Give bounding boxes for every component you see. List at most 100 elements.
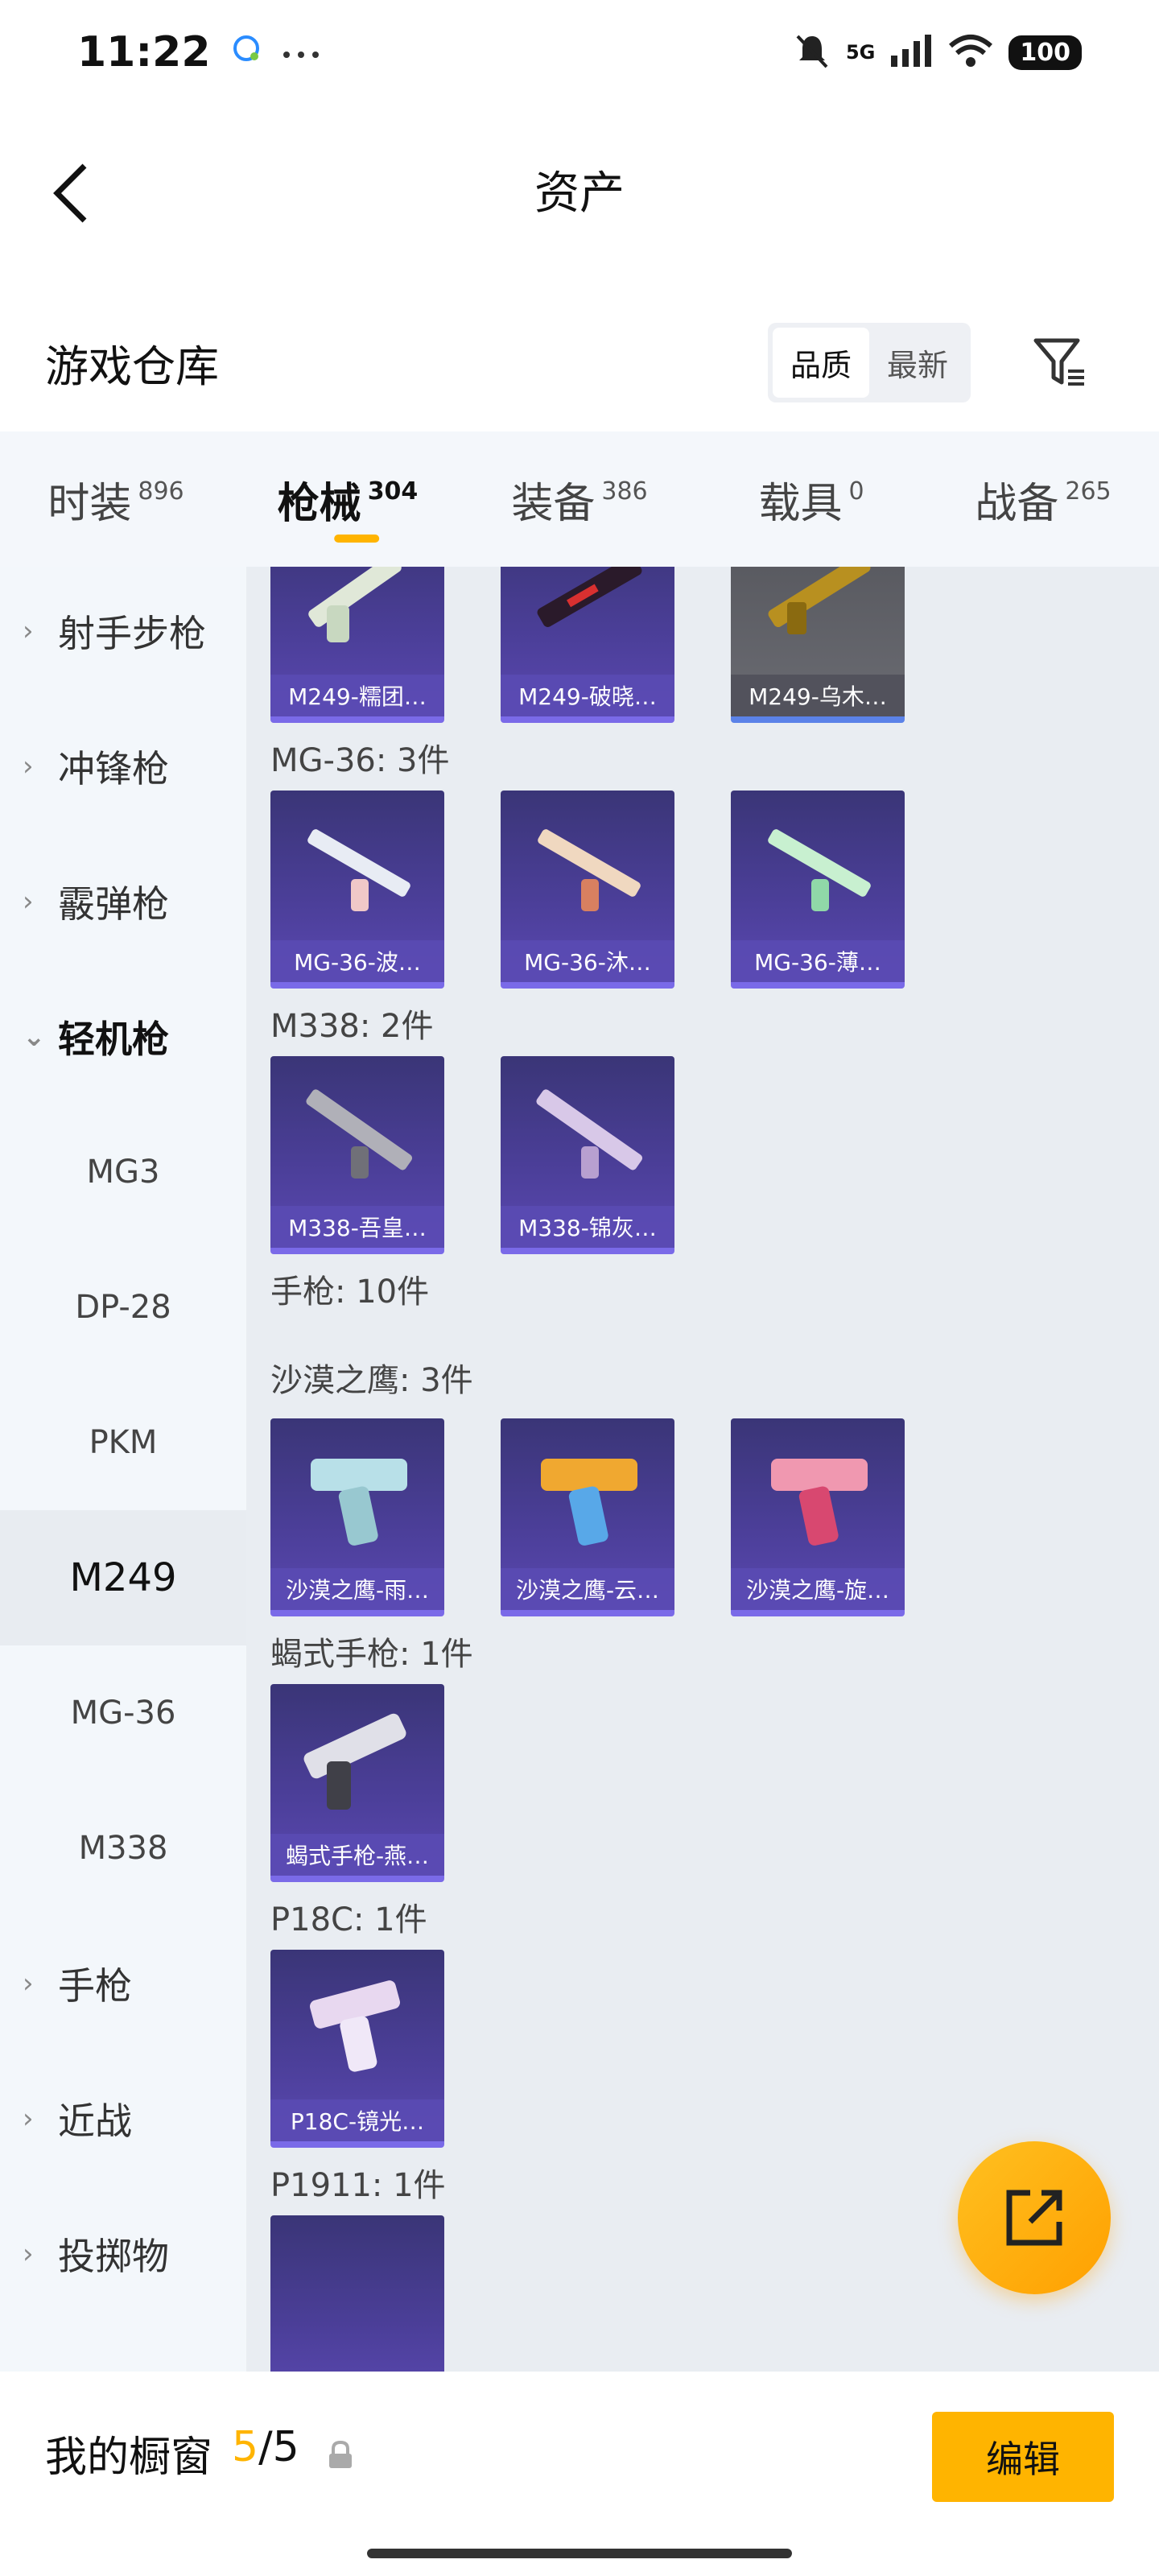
item-name: MG-36-波… xyxy=(270,940,444,982)
item-name: M338-锦灰… xyxy=(501,1206,674,1248)
item-name: M249-糯团… xyxy=(270,675,444,716)
rifle-skin-art xyxy=(537,567,642,627)
status-bar: 11:22 5G 100 xyxy=(0,0,1159,105)
sidebar-item-marksman[interactable]: › 射手步枪 xyxy=(0,564,246,699)
sidebar-item-mg36[interactable]: MG-36 xyxy=(0,1645,246,1781)
item-card[interactable]: M249-糯团… xyxy=(270,567,444,723)
tab-fashion[interactable]: 时装 896 xyxy=(0,431,232,567)
item-name: 蝎式手枪-燕… xyxy=(270,1834,444,1876)
sidebar-item-label: 近战 xyxy=(58,2099,132,2143)
item-card[interactable]: P18C-镜光… xyxy=(270,1950,444,2148)
sidebar-item-dp28[interactable]: DP-28 xyxy=(0,1240,246,1375)
page-title: 资产 xyxy=(534,167,625,220)
showcase-bar: 我的橱窗 5/5 编辑 xyxy=(0,2372,1159,2576)
category-tabs: 时装 896 枪械 304 装备 386 载具 0 战备 265 xyxy=(0,431,1159,567)
item-grid: M249-糯团… M249-破晓… M249-乌木… MG-36: 3件 MG-… xyxy=(246,567,1159,2372)
chevron-left-icon xyxy=(53,163,87,223)
item-name: MG-36-沐… xyxy=(501,940,674,982)
status-right: 5G 100 xyxy=(793,31,1082,73)
category-sidebar: › 射手步枪 › 冲锋枪 › 霰弹枪 ⌄ 轻机枪 MG3 DP-28 PKM M… xyxy=(0,567,246,2372)
item-card[interactable]: M338-锦灰… xyxy=(501,1056,674,1254)
mg36-items: MG-36-波… MG-36-沐… MG-36-薄… xyxy=(246,791,1159,989)
chevron-right-icon: › xyxy=(23,2103,34,2135)
sidebar-item-pkm[interactable]: PKM xyxy=(0,1375,246,1510)
sidebar-item-mg3[interactable]: MG3 xyxy=(0,1104,246,1240)
sidebar-item-m338[interactable]: M338 xyxy=(0,1781,246,1916)
share-fab-button[interactable] xyxy=(958,2141,1111,2294)
sidebar-item-shotgun[interactable]: › 霰弹枪 xyxy=(0,834,246,969)
item-card[interactable]: 沙漠之鹰-旋… xyxy=(731,1418,905,1616)
rifle-skin-art xyxy=(536,1089,643,1179)
tab-vehicles[interactable]: 载具 0 xyxy=(695,431,927,567)
pistol-skin-art xyxy=(310,1980,400,2072)
sidebar-item-label: 轻机枪 xyxy=(58,1018,169,1061)
filter-button[interactable] xyxy=(1027,330,1091,394)
network-label: 5G xyxy=(845,41,876,64)
tab-label: 装备 xyxy=(511,479,596,528)
showcase-current: 5 xyxy=(232,2423,259,2471)
home-indicator[interactable] xyxy=(367,2549,792,2558)
item-card[interactable]: M338-吾皇… xyxy=(270,1056,444,1254)
sort-toggle: 品质 最新 xyxy=(767,322,971,402)
chevron-right-icon: › xyxy=(23,2238,34,2270)
pistol-skin-art xyxy=(311,1459,407,1546)
item-card[interactable]: MG-36-薄… xyxy=(731,791,905,989)
group-label: 沙漠之鹰: 3件 xyxy=(270,1362,473,1399)
sort-newest-option[interactable]: 最新 xyxy=(869,328,966,398)
item-card[interactable]: M249-破晓… xyxy=(501,567,674,723)
tab-label: 战备 xyxy=(975,479,1059,528)
rifle-skin-art xyxy=(306,1089,413,1179)
tab-count: 304 xyxy=(367,477,419,506)
item-card[interactable]: 蝎式手枪-燕… xyxy=(270,1684,444,1882)
chat-bubble-icon xyxy=(230,32,262,72)
pistol-skin-art xyxy=(771,1459,868,1546)
tab-label: 时装 xyxy=(47,479,132,528)
sidebar-item-label: 投掷物 xyxy=(58,2235,169,2278)
sidebar-item-m249[interactable]: M249 xyxy=(0,1510,246,1645)
item-card[interactable]: 沙漠之鹰-雨… xyxy=(270,1418,444,1616)
filter-icon xyxy=(1033,338,1084,386)
chevron-right-icon: › xyxy=(23,615,34,647)
group-label: M338: 2件 xyxy=(270,1008,434,1045)
tab-label: 载具 xyxy=(758,479,843,528)
p18c-items: P18C-镜光… xyxy=(246,1950,1159,2148)
lock-icon xyxy=(327,2440,354,2473)
sidebar-item-label: 射手步枪 xyxy=(58,612,206,655)
pistol-skin-art xyxy=(541,1459,637,1546)
sidebar-item-pistol[interactable]: › 手枪 xyxy=(0,1916,246,2051)
item-card[interactable]: MG-36-波… xyxy=(270,791,444,989)
item-name: 沙漠之鹰-云… xyxy=(501,1568,674,1610)
m249-items: M249-糯团… M249-破晓… M249-乌木… xyxy=(246,567,1159,723)
group-label: P18C: 1件 xyxy=(270,1901,427,1938)
sidebar-item-label: 手枪 xyxy=(58,1964,132,2008)
sidebar-item-lmg[interactable]: ⌄ 轻机枪 xyxy=(0,969,246,1104)
m338-items: M338-吾皇… M338-锦灰… xyxy=(246,1056,1159,1254)
tab-count: 896 xyxy=(138,477,184,506)
chevron-down-icon: ⌄ xyxy=(23,1021,46,1053)
deagle-items: 沙漠之鹰-雨… 沙漠之鹰-云… 沙漠之鹰-旋… xyxy=(246,1418,1159,1616)
sort-quality-option[interactable]: 品质 xyxy=(772,327,869,398)
page-header: 资产 xyxy=(0,105,1159,274)
sidebar-item-throwable[interactable]: › 投掷物 xyxy=(0,2186,246,2322)
chevron-right-icon: › xyxy=(23,750,34,782)
status-left: 11:22 xyxy=(77,28,320,76)
back-button[interactable] xyxy=(39,153,103,233)
bell-muted-icon xyxy=(793,31,831,73)
tab-equipment[interactable]: 装备 386 xyxy=(464,431,695,567)
item-name: 沙漠之鹰-旋… xyxy=(731,1568,905,1610)
warehouse-row: 游戏仓库 品质 最新 xyxy=(0,298,1159,427)
item-card[interactable]: M249-乌木… xyxy=(731,567,905,723)
sidebar-item-smg[interactable]: › 冲锋枪 xyxy=(0,699,246,834)
item-card[interactable] xyxy=(270,2215,444,2372)
item-card[interactable]: MG-36-沐… xyxy=(501,791,674,989)
rifle-skin-art xyxy=(768,567,871,634)
share-external-icon xyxy=(1006,2190,1062,2246)
tab-firearms[interactable]: 枪械 304 xyxy=(232,431,464,567)
tab-supplies[interactable]: 战备 265 xyxy=(927,431,1159,567)
tab-label: 枪械 xyxy=(277,479,361,528)
tab-count: 386 xyxy=(601,477,648,506)
edit-button[interactable]: 编辑 xyxy=(932,2412,1114,2502)
tab-count: 265 xyxy=(1065,477,1112,506)
item-card[interactable]: 沙漠之鹰-云… xyxy=(501,1418,674,1616)
sidebar-item-melee[interactable]: › 近战 xyxy=(0,2051,246,2186)
